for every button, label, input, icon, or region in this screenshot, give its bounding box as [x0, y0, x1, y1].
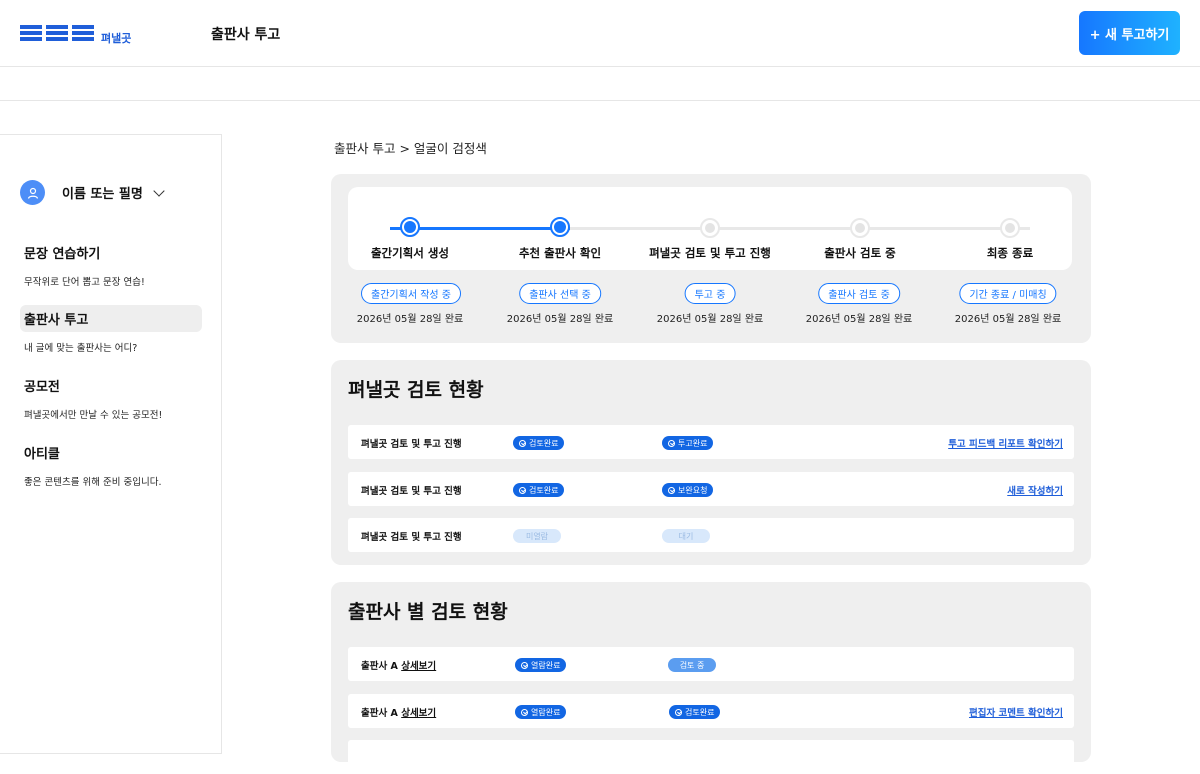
- row-name: 펴낼곳 검토 및 투고 진행: [361, 486, 462, 497]
- sidebar: 이름 또는 필명 문장 연습하기 무작위로 단어 뽑고 문장 연습! 출판사 투…: [0, 134, 222, 754]
- status-badge: 검토완료: [513, 436, 565, 450]
- table-row: 출판사 A 상세보기 열람완료 검토 중: [348, 647, 1074, 681]
- step-status-badge: 출판사 선택 중: [519, 283, 601, 304]
- rewrite-link[interactable]: 새로 작성하기: [1007, 483, 1063, 497]
- step-dot: [850, 218, 870, 238]
- row-name: 펴낼곳 검토 및 투고 진행: [361, 439, 462, 450]
- logo-text: 펴낼곳: [101, 32, 132, 45]
- check-circle-icon: [521, 661, 528, 669]
- user-icon: [27, 187, 38, 199]
- step-status-badge: 기간 종료 / 미매칭: [959, 283, 1057, 304]
- detail-link[interactable]: 상세보기: [401, 661, 436, 672]
- status-badge: 열람완료: [515, 705, 567, 719]
- sidebar-item-label: 아티클: [24, 447, 60, 462]
- step-label: 출간기획서 생성: [370, 246, 450, 260]
- section-title: 펴낼곳 검토 현황: [348, 379, 484, 401]
- logo-mark: [20, 23, 94, 43]
- check-circle-icon: [675, 708, 682, 716]
- step-dot: [550, 217, 570, 237]
- step-status-badge: 출간기획서 작성 중: [361, 283, 461, 304]
- check-circle-icon: [521, 708, 528, 716]
- editor-comment-link[interactable]: 편집자 코멘트 확인하기: [969, 705, 1063, 719]
- sidebar-item-desc: 무작위로 단어 뽑고 문장 연습!: [24, 277, 145, 288]
- row-name: 출판사 A 상세보기: [361, 658, 436, 672]
- status-badge: 보완요청: [662, 483, 714, 497]
- step-dot: [700, 218, 720, 238]
- avatar: [20, 180, 45, 205]
- status-badge: 검토 중: [668, 658, 716, 672]
- user-menu[interactable]: 이름 또는 필명: [20, 180, 165, 205]
- breadcrumb: 출판사 투고 > 얼굴이 검정색: [334, 141, 487, 156]
- status-badge: 미열람: [513, 529, 561, 543]
- step-status-badge: 출판사 검토 중: [818, 283, 900, 304]
- step-date: 2026년 05월 28일 완료: [656, 314, 764, 325]
- table-row: 펴낼곳 검토 및 투고 진행 미열람 대기: [348, 518, 1074, 552]
- progress-track-todo: [570, 227, 1030, 230]
- publisher-name: 출판사 A: [361, 661, 398, 672]
- table-row: [348, 740, 1074, 774]
- status-badge: 검토완료: [669, 705, 721, 719]
- step-dot: [1000, 218, 1020, 238]
- sidebar-item-label: 출판사 투고: [20, 305, 202, 332]
- progress-panel: 출간기획서 생성 추천 출판사 확인 펴낼곳 검토 및 투고 진행 출판사 검토…: [331, 174, 1091, 343]
- user-name: 이름 또는 필명: [62, 187, 143, 202]
- status-badge: 검토완료: [513, 483, 565, 497]
- review-status-panel: 펴낼곳 검토 현황 펴낼곳 검토 및 투고 진행 검토완료 투고완료 투고 피드…: [331, 360, 1091, 565]
- section-title: 출판사 별 검토 현황: [348, 601, 508, 623]
- chevron-down-icon[interactable]: [153, 184, 165, 197]
- new-submission-button[interactable]: + 새 투고하기: [1079, 11, 1180, 55]
- sidebar-item-contest[interactable]: 공모전 펴낼곳에서만 만날 수 있는 공모전!: [20, 372, 202, 421]
- step-date: 2026년 05월 28일 완료: [356, 314, 464, 325]
- publisher-name: 출판사 A: [361, 708, 398, 719]
- check-circle-icon: [668, 439, 675, 447]
- step-label: 최종 종료: [986, 246, 1034, 260]
- step-label: 추천 출판사 확인: [518, 246, 602, 260]
- table-row: 펴낼곳 검토 및 투고 진행 검토완료 보완요청 새로 작성하기: [348, 472, 1074, 506]
- sidebar-item-label: 문장 연습하기: [24, 247, 101, 262]
- step-status-badge: 투고 중: [684, 283, 736, 304]
- step-date: 2026년 05월 28일 완료: [506, 314, 614, 325]
- publisher-status-panel: 출판사 별 검토 현황 출판사 A 상세보기 열람완료 검토 중 출판사 A 상…: [331, 582, 1091, 774]
- row-name: 펴낼곳 검토 및 투고 진행: [361, 532, 462, 543]
- logo[interactable]: 펴낼곳: [20, 20, 131, 46]
- sidebar-item-sentence-practice[interactable]: 문장 연습하기 무작위로 단어 뽑고 문장 연습!: [20, 239, 202, 288]
- detail-link[interactable]: 상세보기: [401, 708, 436, 719]
- check-circle-icon: [519, 486, 526, 494]
- table-row: 출판사 A 상세보기 열람완료 검토완료 편집자 코멘트 확인하기: [348, 694, 1074, 728]
- sidebar-item-label: 공모전: [24, 380, 60, 395]
- sidebar-item-desc: 내 글에 맞는 출판사는 어디?: [24, 343, 138, 354]
- check-circle-icon: [519, 439, 526, 447]
- divider: [0, 100, 1200, 101]
- row-name: 출판사 A 상세보기: [361, 705, 436, 719]
- status-badge: 투고완료: [662, 436, 714, 450]
- step-label: 펴낼곳 검토 및 투고 진행: [649, 246, 771, 260]
- sidebar-item-desc: 펴낼곳에서만 만날 수 있는 공모전!: [24, 410, 163, 421]
- check-circle-icon: [668, 486, 675, 494]
- step-dot: [400, 217, 420, 237]
- page-title: 출판사 투고: [211, 27, 281, 43]
- feedback-report-link[interactable]: 투고 피드백 리포트 확인하기: [948, 436, 1063, 450]
- sidebar-item-publisher-submission[interactable]: 출판사 투고 내 글에 맞는 출판사는 어디?: [20, 305, 202, 354]
- sidebar-item-desc: 좋은 콘텐츠를 위해 준비 중입니다.: [24, 477, 162, 488]
- sidebar-item-article[interactable]: 아티클 좋은 콘텐츠를 위해 준비 중입니다.: [20, 439, 202, 488]
- step-date: 2026년 05월 28일 완료: [805, 314, 913, 325]
- table-row: 펴낼곳 검토 및 투고 진행 검토완료 투고완료 투고 피드백 리포트 확인하기: [348, 425, 1074, 459]
- step-label: 출판사 검토 중: [824, 246, 896, 260]
- status-badge: 대기: [662, 529, 710, 543]
- step-date: 2026년 05월 28일 완료: [954, 314, 1062, 325]
- status-badge: 열람완료: [515, 658, 567, 672]
- top-header: 펴낼곳 출판사 투고 + 새 투고하기: [0, 0, 1200, 67]
- stepper-card: 출간기획서 생성 추천 출판사 확인 펴낼곳 검토 및 투고 진행 출판사 검토…: [348, 187, 1072, 270]
